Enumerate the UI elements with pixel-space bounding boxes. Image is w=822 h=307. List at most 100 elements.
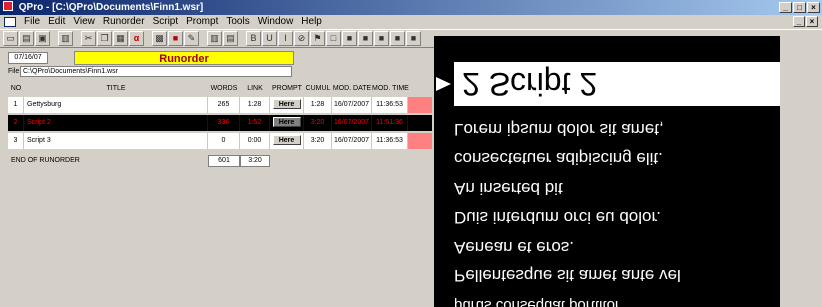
document-window-controls: _ × (793, 16, 818, 27)
menu-tools[interactable]: Tools (222, 15, 253, 29)
row-cumul: 3:20 (304, 115, 332, 131)
black3-icon[interactable]: ■ (374, 31, 389, 46)
row-mod-time: 11:36:53 (372, 133, 408, 149)
save-icon[interactable]: ▣ (35, 31, 50, 46)
italic-icon[interactable]: I (278, 31, 293, 46)
column-header-link[interactable]: LINK (240, 83, 270, 95)
column-header-mod-time[interactable]: MOD. TIME (372, 83, 409, 95)
cue-title: 2 Script 2 (462, 66, 598, 102)
row-prompt-cell: Here (270, 115, 304, 131)
row-prompt-cell: Here (270, 133, 304, 149)
row-mod-time: 11:51:36 (372, 115, 408, 131)
table-row[interactable]: 3 Script 3 0 0:00 Here 3:20 16/07/2007 1… (8, 133, 432, 149)
menu-script[interactable]: Script (149, 15, 183, 29)
column-header-words[interactable]: WORDS (208, 83, 240, 95)
prompter-line: purus consequat porttitor (454, 297, 620, 307)
black2-icon[interactable]: ■ (358, 31, 373, 46)
row-mod-date: 16/07/2007 (332, 115, 372, 131)
row-cumul: 1:28 (304, 97, 332, 113)
menu-view[interactable]: View (69, 15, 99, 29)
row-no: 3 (8, 133, 24, 149)
columns-icon[interactable]: ▥ (207, 31, 222, 46)
prompter-line: Lorem ipsum dolor sit amet, (454, 120, 664, 139)
alpha-icon[interactable]: α (129, 31, 144, 46)
row-highlight (408, 133, 432, 149)
black4-icon[interactable]: ■ (390, 31, 405, 46)
row-prompt-cell: Here (270, 97, 304, 113)
row-cumul: 3:20 (304, 133, 332, 149)
window-controls: _ □ × (779, 2, 820, 13)
paste-icon[interactable]: ▦ (113, 31, 128, 46)
document-close-button[interactable]: × (806, 16, 818, 27)
prompter-line: An inserted bit (454, 179, 563, 198)
total-words: 601 (208, 155, 240, 167)
cut-icon[interactable]: ✂ (81, 31, 96, 46)
document-minimize-button[interactable]: _ (793, 16, 805, 27)
workspace-background (780, 36, 822, 307)
row-no: 1 (8, 97, 24, 113)
row-mod-date: 16/07/2007 (332, 97, 372, 113)
row-title[interactable]: Gettysburg (24, 97, 208, 113)
row-words: 265 (208, 97, 240, 113)
table-row-selected[interactable]: 2 Script 2 336 1:52 Here 3:20 16/07/2007… (8, 115, 432, 131)
black5-icon[interactable]: ■ (406, 31, 421, 46)
copy-icon[interactable]: ❐ (97, 31, 112, 46)
open-icon[interactable]: ▤ (19, 31, 34, 46)
here-button[interactable]: Here (272, 135, 301, 146)
row-no: 2 (8, 115, 24, 131)
box-icon[interactable]: □ (326, 31, 341, 46)
prompter-view: purus consequat porttitor Pellentesque s… (434, 36, 780, 307)
close-button[interactable]: × (807, 2, 820, 13)
mirrored-prompter-content: purus consequat porttitor Pellentesque s… (434, 36, 780, 307)
row-title[interactable]: Script 3 (24, 133, 208, 149)
row-mod-date: 16/07/2007 (332, 133, 372, 149)
table-icon[interactable]: ▤ (223, 31, 238, 46)
prompter-line: Aenean et eros. (454, 238, 575, 257)
column-header-title[interactable]: TITLE (24, 83, 208, 95)
window-title: QPro - [C:\QPro\Documents\Finn1.wsr] (18, 2, 204, 13)
document-window-icon[interactable] (4, 17, 16, 27)
here-button[interactable]: Here (272, 99, 301, 110)
maximize-button[interactable]: □ (793, 2, 806, 13)
red-icon[interactable]: ■ (168, 31, 183, 46)
column-header-mod-date[interactable]: MOD. DATE (332, 83, 372, 95)
edit-icon[interactable]: ✎ (184, 31, 199, 46)
file-label: File (8, 68, 20, 75)
title-bar: QPro - [C:\QPro\Documents\Finn1.wsr] _ □… (0, 0, 822, 15)
bold-icon[interactable]: B (246, 31, 261, 46)
prompter-line: Duis interdum orci eu dolor. (454, 208, 661, 227)
column-header-prompt[interactable]: PROMPT (270, 83, 304, 95)
qpro-app-icon[interactable] (3, 1, 13, 11)
print-icon[interactable]: ▥ (58, 31, 73, 46)
menu-file[interactable]: File (20, 15, 44, 29)
here-button[interactable]: Here (272, 117, 301, 128)
runorder-date: 07/16/07 (8, 52, 48, 64)
row-title[interactable]: Script 2 (24, 115, 208, 131)
runorder-panel: 07/16/07 Runorder File C:\QPro\Documents… (2, 49, 432, 307)
grid-icon[interactable]: ▩ (152, 31, 167, 46)
black1-icon[interactable]: ■ (342, 31, 357, 46)
format-icon[interactable]: ⚑ (310, 31, 325, 46)
menu-edit[interactable]: Edit (44, 15, 69, 29)
table-row[interactable]: 1 Gettysburg 265 1:28 Here 1:28 16/07/20… (8, 97, 432, 113)
menu-help[interactable]: Help (297, 15, 326, 29)
menu-window[interactable]: Window (254, 15, 298, 29)
column-header-no[interactable]: NO (8, 83, 24, 95)
row-mod-time: 11:36:53 (372, 97, 408, 113)
menu-prompt[interactable]: Prompt (182, 15, 222, 29)
underline-icon[interactable]: U (262, 31, 277, 46)
toolbar-separator (200, 31, 206, 46)
menu-runorder[interactable]: Runorder (99, 15, 149, 29)
row-link: 1:52 (240, 115, 270, 131)
file-path-field[interactable]: C:\QPro\Documents\Finn1.wsr (20, 66, 292, 77)
total-time: 3:20 (240, 155, 270, 167)
toolbar-separator (145, 31, 151, 46)
row-words: 0 (208, 133, 240, 149)
column-header-cumul[interactable]: CUMUL (304, 83, 332, 95)
new-icon[interactable]: ▭ (3, 31, 18, 46)
end-of-runorder-label: END OF RUNORDER (11, 157, 80, 164)
toolbar-separator (51, 31, 57, 46)
minimize-button[interactable]: _ (779, 2, 792, 13)
strike-icon[interactable]: ⊘ (294, 31, 309, 46)
cue-arrow-icon (436, 77, 451, 91)
